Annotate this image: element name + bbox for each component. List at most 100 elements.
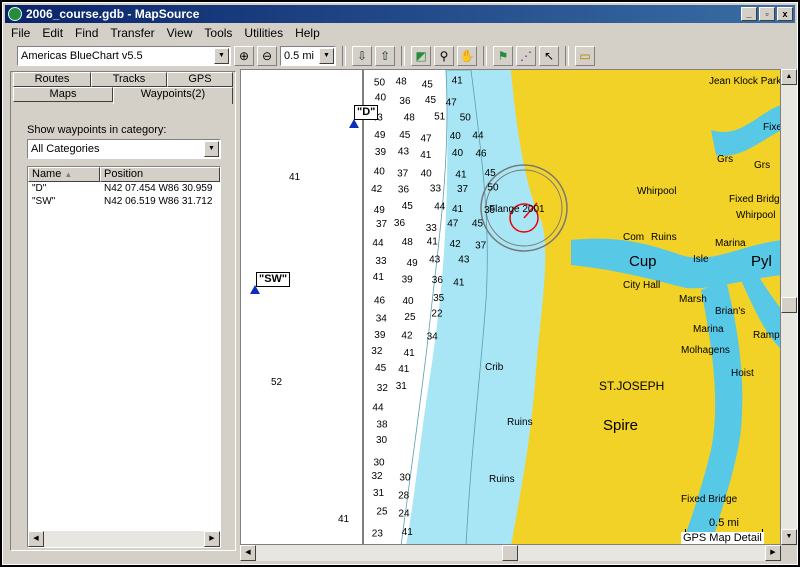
tab-routes[interactable]: Routes: [13, 72, 91, 87]
waypoint-tool-button[interactable]: ⚑: [493, 46, 513, 66]
menu-help[interactable]: Help: [289, 26, 326, 40]
depth-sounding: 43: [458, 254, 470, 265]
chart-map-canvas[interactable]: 50 48 45 41 40 36 45 47 43 48 51 50 49 45 47 40 44 39 43 41…: [241, 70, 781, 545]
depth-sounding: 46: [374, 295, 386, 306]
depth-sounding: 23: [372, 528, 384, 539]
depth-sounding: 30: [399, 472, 411, 483]
receive-from-device-button[interactable]: ⇩: [352, 46, 372, 66]
place-label-fixed-bridge: Fixed Bridge: [681, 494, 738, 505]
map-horizontal-scrollbar[interactable]: ◀ ▶: [240, 545, 781, 561]
send-icon: ⇧: [379, 49, 391, 63]
close-button[interactable]: x: [777, 7, 793, 21]
waypoint-marker-icon[interactable]: [349, 119, 359, 128]
depth-sounding: 37: [475, 241, 487, 252]
category-select[interactable]: All Categories ▼: [27, 139, 221, 159]
depth-sounding: 34: [427, 331, 439, 342]
zoom-out-icon: ⊖: [261, 49, 273, 63]
route-icon: ⋰: [520, 49, 532, 63]
place-label-city-hall: City Hall: [623, 280, 660, 291]
depth-sounding: 41: [453, 277, 465, 288]
table-row[interactable]: "SW" N42 06.519 W86 31.712: [28, 195, 220, 208]
depth-sounding: 38: [376, 420, 388, 431]
tab-tracks[interactable]: Tracks: [91, 72, 167, 87]
hand-icon: ✋: [459, 49, 475, 63]
waypoint-marker-icon[interactable]: [250, 285, 260, 294]
chevron-down-icon[interactable]: ▼: [319, 48, 334, 64]
column-header-name[interactable]: Name ▲: [28, 167, 100, 182]
table-row[interactable]: "D" N42 07.454 W86 30.959: [28, 182, 220, 195]
panel-tabs: Routes Tracks GPS Maps Waypoints(2): [13, 72, 233, 104]
place-label-molhagens: Molhagens: [681, 345, 730, 356]
map-view[interactable]: 50 48 45 41 40 36 45 47 43 48 51 50 49 45 47 40 44 39 43 41…: [240, 69, 781, 545]
waypoint-list[interactable]: Name ▲ Position "D" N42 07.454 W86 30.95…: [27, 166, 221, 548]
menu-edit[interactable]: Edit: [36, 26, 69, 40]
product-select[interactable]: Americas BlueChart v5.5 ▼: [17, 46, 231, 66]
scroll-track[interactable]: [44, 531, 204, 547]
measure-tool-button[interactable]: ▭: [575, 46, 595, 66]
zoom-in-button[interactable]: ⊕: [234, 46, 254, 66]
map-vertical-scrollbar[interactable]: ▲ ▼: [781, 69, 797, 545]
tab-waypoints[interactable]: Waypoints(2): [113, 87, 233, 104]
place-label-ramp: Ramp: [753, 330, 780, 341]
scroll-left-arrow-icon[interactable]: ◀: [240, 545, 256, 561]
map-tool-button[interactable]: ◩: [411, 46, 431, 66]
title-bar[interactable]: 2006_course.gdb - MapSource _ ▫ x: [5, 5, 795, 23]
chevron-down-icon[interactable]: ▼: [204, 141, 219, 157]
depth-sounding: 45: [399, 130, 411, 141]
menu-tools[interactable]: Tools: [198, 26, 238, 40]
vertical-scroll-thumb[interactable]: [781, 297, 797, 313]
zoom-tool-button[interactable]: ⚲: [434, 46, 454, 66]
depth-sounding: 36: [399, 96, 411, 107]
depth-sounding: 50: [460, 113, 472, 124]
minimize-button[interactable]: _: [741, 7, 757, 21]
depth-sounding: 37: [457, 184, 469, 195]
toolbar-separator: [483, 46, 487, 66]
menu-file[interactable]: File: [5, 26, 36, 40]
depth-sounding: 49: [407, 258, 419, 269]
depth-sounding: 24: [398, 508, 410, 519]
waypoint-list-header: Name ▲ Position: [28, 167, 220, 182]
map-detail-label: GPS Map Detail: [681, 532, 764, 544]
depth-sounding: 41: [338, 514, 350, 525]
depth-sounding: 36: [432, 275, 444, 286]
zoom-out-button[interactable]: ⊖: [257, 46, 277, 66]
menu-utilities[interactable]: Utilities: [238, 26, 289, 40]
waypoint-label-d[interactable]: "D": [354, 105, 379, 120]
depth-sounding: 44: [434, 202, 446, 213]
column-header-position[interactable]: Position: [100, 167, 220, 182]
maximize-button[interactable]: ▫: [759, 7, 775, 21]
zoom-in-icon: ⊕: [238, 49, 250, 63]
depth-sounding: 37: [397, 169, 409, 180]
depth-sounding: 39: [375, 147, 387, 158]
scroll-right-arrow-icon[interactable]: ▶: [765, 545, 781, 561]
menu-bar: File Edit Find Transfer View Tools Utili…: [5, 24, 795, 42]
depth-sounding: 45: [375, 363, 387, 374]
route-tool-button[interactable]: ⋰: [516, 46, 536, 66]
tab-maps[interactable]: Maps: [13, 87, 113, 102]
menu-find[interactable]: Find: [69, 26, 104, 40]
select-tool-button[interactable]: ↖: [539, 46, 559, 66]
menu-view[interactable]: View: [161, 26, 199, 40]
scroll-up-arrow-icon[interactable]: ▲: [781, 69, 797, 85]
flag-icon: ⚑: [497, 49, 509, 63]
menu-transfer[interactable]: Transfer: [104, 26, 160, 40]
horizontal-scroll-thumb[interactable]: [502, 545, 518, 561]
chevron-down-icon[interactable]: ▼: [214, 48, 229, 64]
depth-sounding: 30: [374, 457, 386, 468]
tab-gps[interactable]: GPS: [167, 72, 233, 87]
depth-sounding: 33: [426, 223, 438, 234]
toolbar-separator: [401, 46, 405, 66]
depth-sounding: 40: [403, 296, 415, 307]
mapsource-app-icon: [8, 7, 22, 21]
depth-sounding: 37: [376, 219, 388, 230]
scroll-right-arrow-icon[interactable]: ▶: [204, 531, 220, 547]
hand-tool-button[interactable]: ✋: [457, 46, 477, 66]
depth-sounding: 43: [429, 255, 441, 266]
scroll-down-arrow-icon[interactable]: ▼: [781, 529, 797, 545]
waypoint-label-sw[interactable]: "SW": [256, 272, 291, 287]
list-horizontal-scrollbar[interactable]: ◀ ▶: [28, 531, 220, 547]
depth-sounding: 45: [425, 95, 437, 106]
zoom-scale-select[interactable]: 0.5 mi ▼: [280, 46, 336, 66]
send-to-device-button[interactable]: ⇧: [375, 46, 395, 66]
scroll-left-arrow-icon[interactable]: ◀: [28, 531, 44, 547]
